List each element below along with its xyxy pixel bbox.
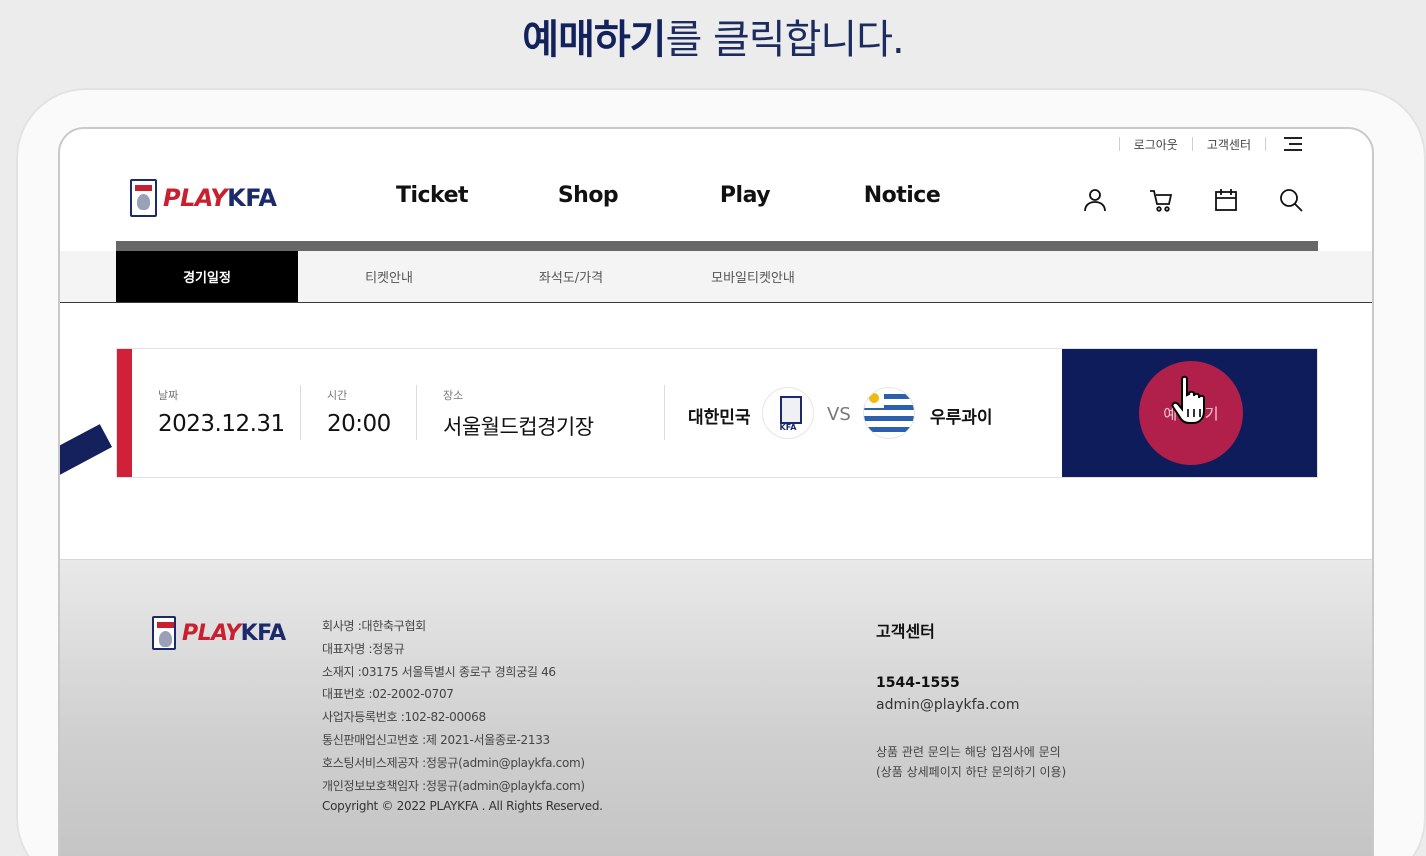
info-line: 통신판매업신고번호 :제 2021-서울종로-2133 (322, 732, 550, 747)
logo-text-kfa: KFA (240, 620, 287, 646)
cart-icon[interactable] (1148, 187, 1174, 213)
info-line: 회사명 :대한축구협회 (322, 619, 426, 633)
cs-note: 상품 관련 문의는 해당 입점사에 문의 (876, 745, 1061, 759)
info-line: 소재지 :03175 서울특별시 종로구 경희궁길 46 (322, 664, 556, 679)
tab-schedule[interactable]: 경기일정 (116, 251, 298, 302)
nav-play[interactable]: Play (720, 183, 771, 208)
info-line: 호스팅서비스제공자 :정몽규(admin@playkfa.com) (322, 755, 585, 770)
cs-title: 고객센터 (876, 622, 935, 641)
divider (1265, 137, 1266, 151)
match-date: 날짜 2023.12.31 (158, 387, 285, 437)
decorative-stripe (60, 424, 113, 480)
menu-icon[interactable] (1284, 137, 1302, 151)
instruction-rest: 를 클릭합니다. (665, 17, 904, 63)
venue-label: 장소 (443, 389, 464, 402)
time-label: 시간 (327, 389, 348, 402)
browser-screen: 로그아웃 고객센터 PLAYKFA Ticket Shop Play Notic… (58, 127, 1374, 856)
uruguay-flag-icon (863, 387, 915, 439)
divider (416, 385, 417, 440)
info-line: 대표번호 :02-2002-0707 (322, 687, 454, 702)
instruction-highlight: 예매하기 (522, 17, 666, 63)
home-team-name: 대한민국 (688, 408, 751, 428)
match-card: 날짜 2023.12.31 시간 20:00 장소 서울월드컵경기장 대한민국 … (116, 348, 1318, 478)
tab-ticket-info[interactable]: 티켓안내 (298, 251, 480, 302)
hand-cursor-icon (1171, 375, 1205, 424)
cs-phone: 1544-1555 (876, 675, 960, 691)
company-info: 회사명 :대한축구협회 대표자명 :정몽규 소재지 :03175 서울특별시 종… (322, 615, 603, 815)
calendar-icon[interactable] (1213, 187, 1239, 213)
sub-tabs: 경기일정 티켓안내 좌석도/가격 모바일티켓안내 (60, 251, 1372, 303)
divider (1191, 137, 1193, 151)
customer-service: 고객센터 1544-1555 admin@playkfa.com 상품 관련 문… (876, 618, 1066, 782)
kfa-crest-icon (152, 616, 176, 650)
match-time: 시간 20:00 (327, 387, 391, 437)
divider (300, 385, 301, 440)
main-nav: Ticket Shop Play Notice (60, 183, 1372, 213)
cs-email[interactable]: admin@playkfa.com (876, 694, 1066, 716)
copyright: Copyright © 2022 PLAYKFA . All Rights Re… (322, 799, 603, 814)
date-label: 날짜 (158, 389, 179, 402)
date-value: 2023.12.31 (158, 411, 285, 437)
nav-shop[interactable]: Shop (558, 183, 619, 208)
card-accent (117, 349, 132, 477)
nav-ticket[interactable]: Ticket (396, 183, 469, 208)
vs-label: VS (827, 404, 851, 425)
away-team-name: 우루과이 (930, 408, 993, 428)
divider (1118, 137, 1120, 151)
user-icon[interactable] (1082, 187, 1108, 213)
venue-value: 서울월드컵경기장 (443, 415, 594, 439)
search-icon[interactable] (1278, 187, 1304, 213)
utility-bar: 로그아웃 고객센터 (1105, 133, 1302, 155)
footer: PLAYKFA 회사명 :대한축구협회 대표자명 :정몽규 소재지 :03175… (60, 559, 1372, 856)
info-line: 사업자등록번호 :102-82-00068 (322, 710, 486, 725)
time-value: 20:00 (327, 411, 391, 437)
customer-center-link[interactable]: 고객센터 (1207, 136, 1251, 153)
tab-seat-price[interactable]: 좌석도/가격 (480, 251, 662, 302)
logout-link[interactable]: 로그아웃 (1134, 136, 1178, 153)
divider (664, 385, 665, 440)
match-venue: 장소 서울월드컵경기장 (443, 387, 594, 441)
nav-notice[interactable]: Notice (864, 183, 941, 208)
buy-panel: 예매하기 (1062, 349, 1317, 477)
korea-crest-icon (762, 387, 814, 439)
info-line: 개인정보보호책임자 :정몽규(admin@playkfa.com) (322, 778, 585, 793)
cs-note: (상품 상세페이지 하단 문의하기 이용) (876, 765, 1067, 779)
instruction-caption: 예매하기를 클릭합니다. (0, 14, 1426, 66)
footer-logo: PLAYKFA (152, 616, 286, 650)
tab-mobile-ticket[interactable]: 모바일티켓안내 (662, 251, 844, 302)
logo-text-play: PLAY (182, 620, 241, 646)
info-line: 대표자명 :정몽규 (322, 641, 405, 656)
